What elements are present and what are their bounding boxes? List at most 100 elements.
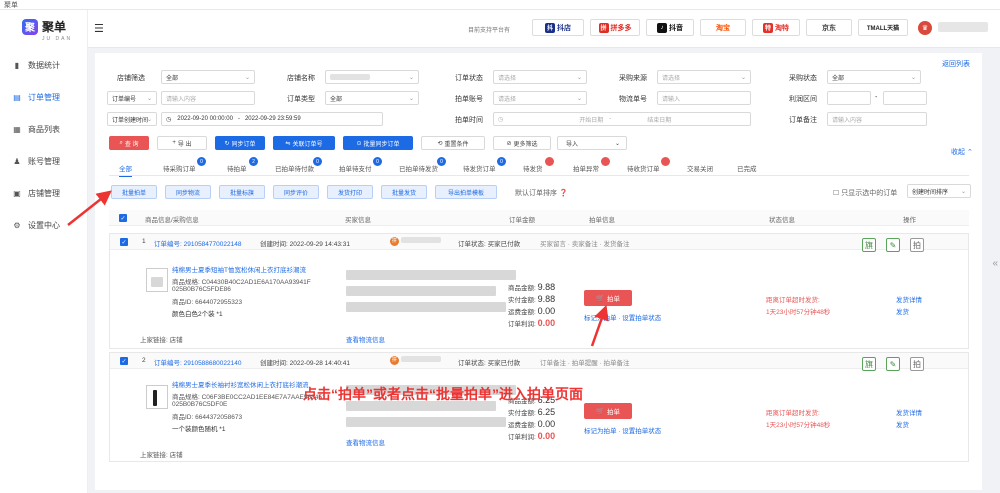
tab-to-receive[interactable]: 待收货订单 0 [627,157,670,173]
sidebar-item-products[interactable]: ▦ 商品列表 [12,124,60,135]
view-logistics-link[interactable]: 查看物流信息 [346,437,385,447]
platform-doudian[interactable]: 抖 抖店 [532,19,584,36]
profit-min-input[interactable] [827,91,871,105]
tab-to-ship[interactable]: 待发货 0 [523,157,554,173]
sidebar-item-orders[interactable]: ▤ 订单管理 [12,92,60,103]
place-order-button[interactable]: 🛒 拍单 [584,290,632,306]
query-button[interactable]: ⌕ 查 询 [109,136,149,150]
tracking-number-input[interactable]: 请输入 [657,91,751,105]
time-type-select[interactable]: 订单创建时间 ⌄ [107,112,157,126]
purchase-status-select[interactable]: 全部 ⌄ [827,70,921,84]
order-action-icon[interactable]: 拍 [910,238,924,252]
brand-logo[interactable]: 聚 聚单 [22,18,66,35]
tab-ordered-unshipped[interactable]: 已拍单待发货 0 [399,157,446,173]
sidebar-item-shops[interactable]: ▣ 店铺管理 [12,188,60,199]
export-template-button[interactable]: 导出拍单模板 [435,185,497,199]
ship-detail-link[interactable]: 发货详情 [896,294,922,304]
order-checkbox[interactable]: ✓ [120,238,128,246]
product-qty: 一个装颜色随机 *1 [172,426,226,433]
sync-logistics-button[interactable]: 同步物流 [165,185,211,199]
order-checkbox[interactable]: ✓ [120,357,128,365]
order-status: 订单状态: 买家已付款 [458,360,521,367]
sort-select[interactable]: 创建时间排序 ⌄ [907,184,971,198]
edit-icon[interactable]: ✎ [886,238,900,252]
product-title[interactable]: 纯棉男士夏季长袖衬衫宽松休闲上衣打底衫潮流 [172,379,309,389]
edit-icon[interactable]: ✎ [886,357,900,371]
only-checked-toggle[interactable]: ☐ 只显示选中的订单 [833,188,897,198]
ship-detail-link[interactable]: 发货详情 [896,407,922,417]
tab-order-unpaid[interactable]: 拍单待支付 0 [339,157,382,173]
more-filter-button[interactable]: ⊘ 更多筛选 [493,136,551,150]
source-link[interactable]: 上家链接: 店铺 [140,334,183,344]
reset-filter-button[interactable]: ⟲ 重置条件 [421,136,485,150]
order-number[interactable]: 订单编号: 2910588680022140 [154,357,241,367]
sync-review-button[interactable]: 同步评价 [273,185,319,199]
tab-ordered-unpaid[interactable]: 已拍单待付款 0 [275,157,322,173]
order-status-select[interactable]: 请选择 ⌄ [493,70,587,84]
help-icon: ❓ [558,190,568,197]
purchase-source-select[interactable]: 请选择 ⌄ [657,70,751,84]
paid-amount: 实付金额: 6.25 [508,407,556,417]
batch-ship-button[interactable]: 批量发货 [381,185,427,199]
sidebar-item-accounts[interactable]: ♟ 账号管理 [12,156,60,167]
tab-to-ship-orders[interactable]: 待发货订单 0 [463,157,506,173]
order-number[interactable]: 订单编号: 2910584770022148 [154,238,241,248]
mark-ordered-link[interactable]: 标记为拍单 · 设置拍单状态 [584,312,661,322]
platform-tmall[interactable]: TMALL天猫 [858,19,908,36]
order-remark-input[interactable]: 请输入内容 [827,112,927,126]
tab-pending-order[interactable]: 待拍单 2 [227,157,258,173]
tab-completed[interactable]: 已完成 [737,163,757,173]
shop-name-select[interactable]: ⌄ [325,70,419,84]
select-all-checkbox[interactable]: ✓ [119,214,127,222]
profit-max-input[interactable] [883,91,927,105]
sidebar-item-stats[interactable]: ▮ 数据统计 [12,60,60,71]
create-time-range[interactable]: ◷ 2022-09-20 00:00:00 - 2022-09-29 23:59… [161,112,383,126]
order-type-select[interactable]: 全部 ⌄ [325,91,419,105]
ship-print-button[interactable]: 发货打印 [327,185,373,199]
platform-taobao[interactable]: 淘宝 [700,19,746,36]
tab-order-exception[interactable]: 拍单异常 0 [573,157,610,173]
product-thumbnail[interactable] [146,385,168,409]
mark-ordered-link[interactable]: 标记为拍单 · 设置拍单状态 [584,425,661,435]
export-button[interactable]: + 导 出 [157,136,207,150]
view-logistics-link[interactable]: 查看物流信息 [346,334,385,344]
product-title[interactable]: 纯棉男士夏季短袖T恤宽松休闲上衣打底衫潮流 [172,264,306,274]
platform-pinduoduo[interactable]: 拼 拼多多 [590,19,640,36]
ship-link[interactable]: 发货 [896,419,909,429]
sync-orders-button[interactable]: ↻ 同步订单 [215,136,265,150]
flag-icon[interactable]: 旗 [862,357,876,371]
shop-filter-select[interactable]: 全部 ⌄ [161,70,255,84]
order-number-input[interactable]: 请输入内容 [161,91,255,105]
batch-order-button[interactable]: 批量拍单 [111,185,157,199]
sidebar-item-settings[interactable]: ⚙ 设置中心 [12,220,60,231]
chevron-left-icon[interactable]: « [992,258,998,269]
import-select[interactable]: 导入 ⌄ [557,136,627,150]
platform-jd[interactable]: 京东 [806,19,852,36]
column-header: 拍单信息 [589,217,615,224]
product-thumbnail[interactable] [146,268,168,292]
flag-icon[interactable]: 旗 [862,238,876,252]
order-action-icon[interactable]: 拍 [910,357,924,371]
platform-douyin[interactable]: ♪ 抖音 [646,19,694,36]
batch-sync-button[interactable]: ⊙ 批量同步订单 [343,136,413,150]
associate-order-button[interactable]: ⇋ 关联订单号 [273,136,335,150]
batch-flag-button[interactable]: 批量标旗 [219,185,265,199]
tab-pending-purchase[interactable]: 待采购订单 0 [163,157,206,173]
purchase-time-range[interactable]: ◷ 开始日期 - 结束日期 [493,112,751,126]
place-order-button[interactable]: 🛒 拍单 [584,403,632,419]
purchase-account-select[interactable]: 请选择 ⌄ [493,91,587,105]
source-link[interactable]: 上家链接: 店铺 [140,449,183,459]
tab-closed[interactable]: 交易关闭 [687,163,713,173]
tab-all[interactable]: 全部 [119,163,132,177]
avatar[interactable]: ♛ [918,21,932,35]
ship-link[interactable]: 发货 [896,306,909,316]
username-blurred[interactable] [938,22,988,32]
order-number-type-select[interactable]: 订单编号 ⌄ [107,91,157,105]
filter-label: 订单类型 [287,96,315,103]
menu-toggle-icon[interactable]: ☰ [94,22,104,35]
platform-taote[interactable]: 特 淘特 [752,19,800,36]
shipping-fee: 运费金额: 0.00 [508,419,556,429]
back-link[interactable]: 返回列表 [942,59,970,69]
chevron-down-icon: ⌄ [614,140,620,147]
collapse-link[interactable]: 收起 ⌃ [951,147,973,157]
